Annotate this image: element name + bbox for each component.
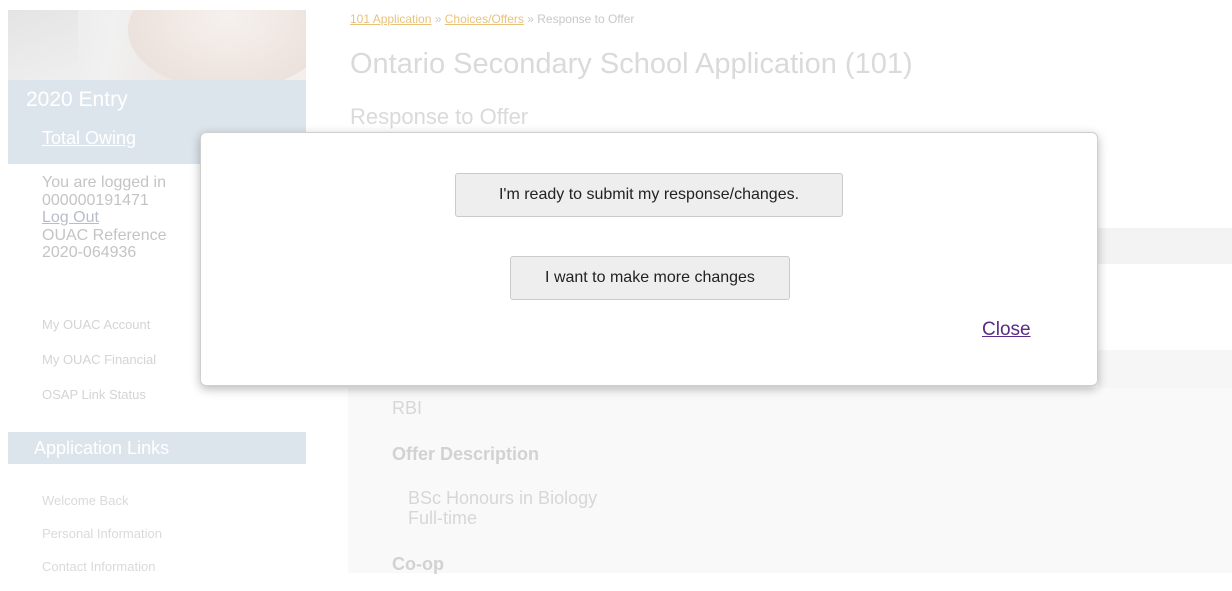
response-confirm-dialog: I'm ready to submit my response/changes.… xyxy=(200,132,1098,386)
breadcrumb-link-101-application[interactable]: 101 Application xyxy=(350,12,431,26)
logout-link[interactable]: Log Out xyxy=(42,209,99,226)
sidebar-item-contact-information[interactable]: Contact Information xyxy=(42,558,162,591)
header-photo-face xyxy=(128,10,306,80)
offer-panel-header xyxy=(1098,228,1232,264)
offer-details xyxy=(348,388,1232,573)
offer-code: RBI xyxy=(392,398,423,418)
submit-response-button[interactable]: I'm ready to submit my response/changes. xyxy=(455,173,843,217)
offer-panel-section xyxy=(1098,350,1232,390)
page-subtitle: Response to Offer xyxy=(350,104,529,129)
breadcrumb: 101 Application » Choices/Offers » Respo… xyxy=(350,12,634,26)
sidebar-item-my-ouac-account[interactable]: My OUAC Account xyxy=(42,316,156,351)
breadcrumb-separator: » xyxy=(523,12,538,26)
sidebar-item-welcome-back[interactable]: Welcome Back xyxy=(42,492,162,525)
application-links: Welcome Back Personal Information Contac… xyxy=(42,492,162,591)
sidebar-item-my-ouac-financial[interactable]: My OUAC Financial xyxy=(42,351,156,386)
close-dialog-link[interactable]: Close xyxy=(982,319,1031,341)
entry-title: 2020 Entry xyxy=(26,88,128,111)
total-owing-link[interactable]: Total Owing xyxy=(42,128,136,149)
coop-label: Co-op xyxy=(392,554,444,574)
breadcrumb-link-choices-offers[interactable]: Choices/Offers xyxy=(445,12,524,26)
offer-description-line2: Full-time xyxy=(408,508,478,528)
sidebar-item-personal-information[interactable]: Personal Information xyxy=(42,525,162,558)
offer-description-label: Offer Description xyxy=(392,444,540,464)
header-photo xyxy=(8,10,306,80)
application-links-header: Application Links xyxy=(8,432,306,464)
breadcrumb-current: Response to Offer xyxy=(537,12,635,26)
breadcrumb-separator: » xyxy=(431,12,445,26)
sidebar-item-osap-link-status[interactable]: OSAP Link Status xyxy=(42,386,156,421)
header-photo-hair xyxy=(8,10,78,80)
offer-description-line1: BSc Honours in Biology xyxy=(408,488,598,508)
make-more-changes-button[interactable]: I want to make more changes xyxy=(510,256,790,300)
account-links: My OUAC Account My OUAC Financial OSAP L… xyxy=(42,316,156,421)
page-title: Ontario Secondary School Application (10… xyxy=(350,48,913,80)
